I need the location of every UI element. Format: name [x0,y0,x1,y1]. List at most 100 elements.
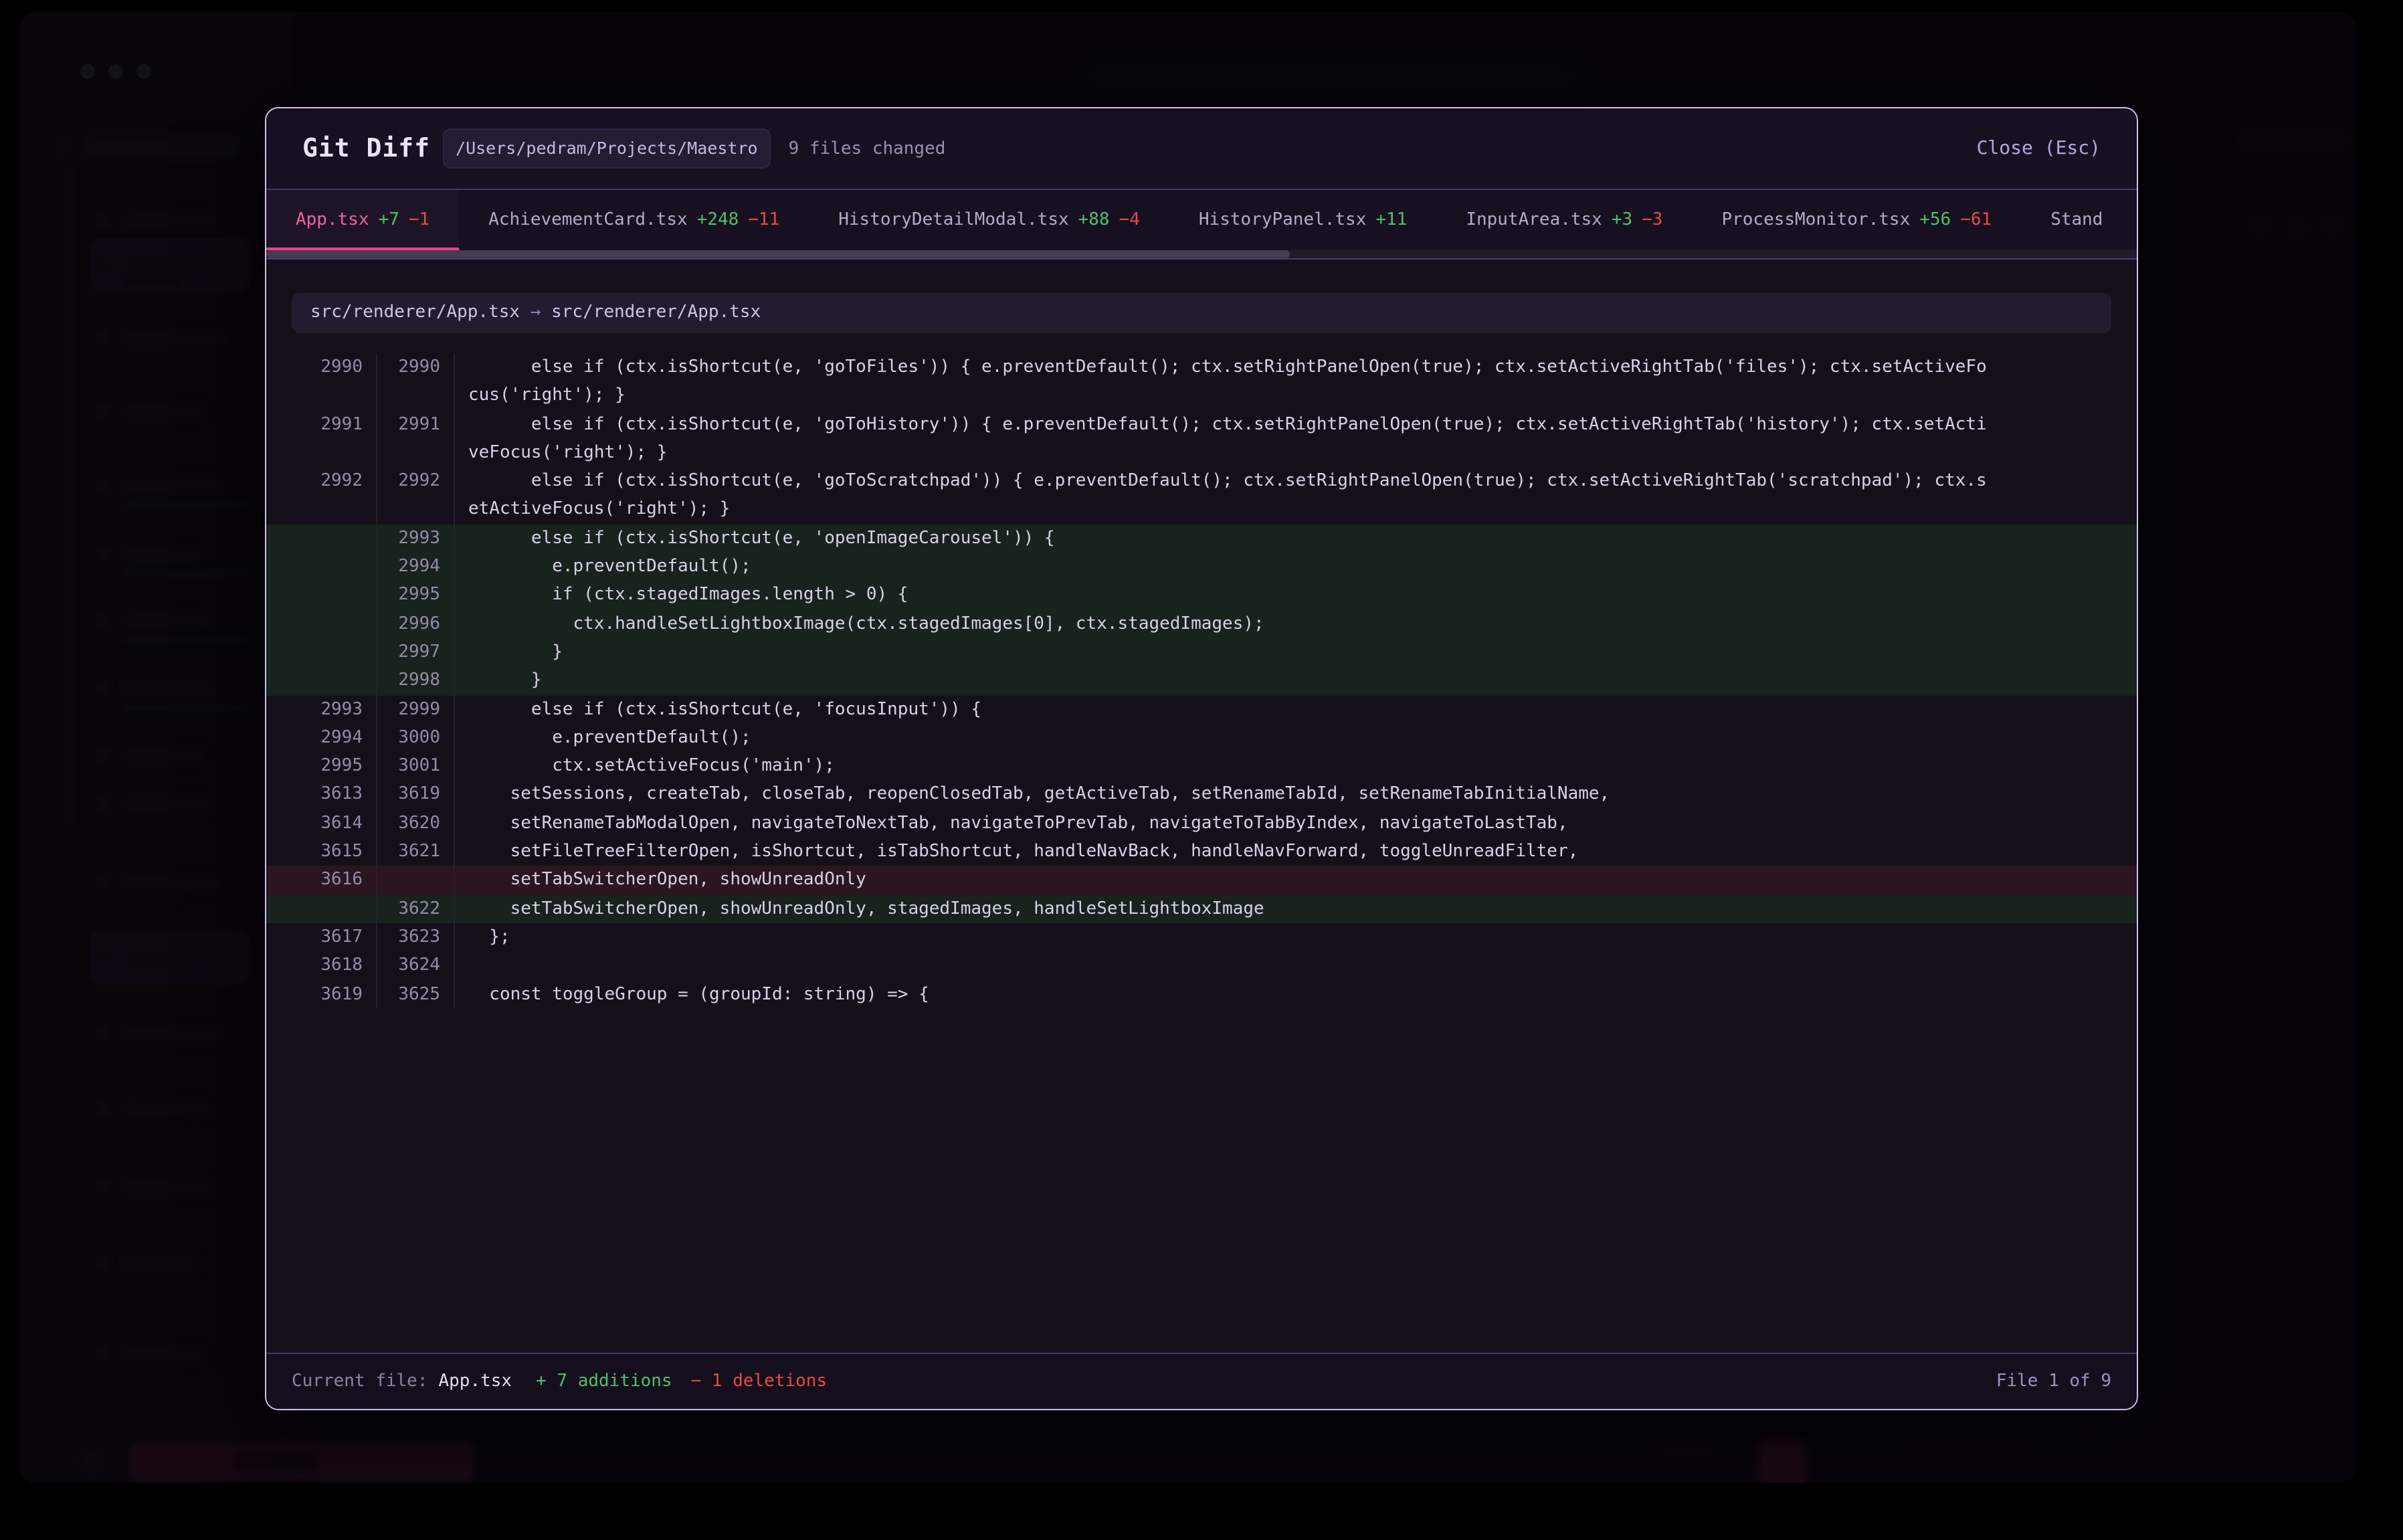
file-tab-historypanel-tsx[interactable]: HistoryPanel.tsx+11 [1169,190,1436,250]
file-from: src/renderer/App.tsx [310,302,520,322]
diff-row: 29902990 else if (ctx.isShortcut(e, 'goT… [266,353,2137,382]
tab-deletions: −4 [1119,210,1140,230]
tab-filename: HistoryDetailModal.tsx [838,210,1068,230]
new-line-number: 3623 [377,923,455,952]
diff-row: 2998 } [266,667,2137,696]
diff-row: 3616 setTabSwitcherOpen, showUnreadOnly [266,866,2137,895]
file-tab-stand[interactable]: Stand [2021,190,2132,250]
code-text: } [455,638,2137,667]
code-text: setRenameTabModalOpen, navigateToNextTab… [455,809,2137,838]
new-line-number: 2993 [377,524,455,553]
diff-row: 2995 if (ctx.stagedImages.length > 0) { [266,581,2137,610]
file-tab-achievementcard-tsx[interactable]: AchievementCard.tsx+248−11 [459,190,809,250]
old-line-number: 3613 [266,781,377,809]
old-line-number: 3615 [266,838,377,866]
diff-row: 2997 } [266,638,2137,667]
code-text: setTabSwitcherOpen, showUnreadOnly [455,866,2137,895]
modal-title: Git Diff [302,134,430,163]
code-text: else if (ctx.isShortcut(e, 'focusInput')… [455,695,2137,724]
new-line-number: 2998 [377,667,455,696]
file-tab-historydetailmodal-tsx[interactable]: HistoryDetailModal.tsx +88 −4 [809,190,1169,250]
new-line-number: 2997 [377,638,455,667]
diff-row: 2993 else if (ctx.isShortcut(e, 'openIma… [266,524,2137,553]
tab-filename: App.tsx [296,210,369,230]
new-line-number: 3001 [377,752,455,781]
diff-row: 29943000 e.preventDefault(); [266,724,2137,753]
old-line-number [266,581,377,610]
diff-row: 36193625 const toggleGroup = (groupId: s… [266,980,2137,1009]
code-text: else if (ctx.isShortcut(e, 'goToHistory'… [455,410,2137,439]
diff-row: 36143620 setRenameTabModalOpen, navigate… [266,809,2137,838]
new-line-number: 3624 [377,951,455,980]
diff-row: etActiveFocus('right'); } [266,496,2137,524]
new-line-number: 2995 [377,581,455,610]
tabs-scrollbar-track[interactable] [266,250,2137,258]
diff-row: 2996 ctx.handleSetLightboxImage(ctx.stag… [266,609,2137,638]
tab-additions: +7 [379,210,399,230]
git-diff-modal: Git Diff /Users/pedram/Projects/Maestro … [265,107,2138,1410]
arrow-icon: → [531,302,541,322]
code-text: ctx.setActiveFocus('main'); [455,752,2137,781]
current-file-name: App.tsx [439,1371,512,1391]
diff-row: 29922992 else if (ctx.isShortcut(e, 'goT… [266,467,2137,496]
diff-table: 29902990 else if (ctx.isShortcut(e, 'goT… [266,353,2137,1009]
tab-filename: HistoryPanel.tsx [1199,210,1366,230]
diff-row: 3622 setTabSwitcherOpen, showUnreadOnly,… [266,894,2137,923]
old-line-number: 3618 [266,951,377,980]
code-text: else if (ctx.isShortcut(e, 'goToScratchp… [455,467,2137,496]
new-line-number: 2992 [377,467,455,496]
old-line-number: 3614 [266,809,377,838]
old-line-number: 2991 [266,410,377,439]
tab-additions: +3 [1612,210,1632,230]
new-line-number: 3619 [377,781,455,809]
tab-deletions: −61 [1960,210,1992,230]
code-text: if (ctx.stagedImages.length > 0) { [455,581,2137,610]
diff-row: 2994 e.preventDefault(); [266,553,2137,581]
file-tab-processmonitor-tsx[interactable]: ProcessMonitor.tsx +56 −61 [1692,190,2021,250]
tab-deletions: −3 [1642,210,1662,230]
modal-header: Git Diff /Users/pedram/Projects/Maestro … [266,108,2137,190]
code-text: setFileTreeFilterOpen, isShortcut, isTab… [455,838,2137,866]
old-line-number: 2993 [266,695,377,724]
old-line-number [266,553,377,581]
diff-row: 29953001 ctx.setActiveFocus('main'); [266,752,2137,781]
file-rename-header: src/renderer/App.tsx → src/renderer/App.… [292,293,2111,333]
new-line-number: 3622 [377,894,455,923]
diff-row: 36133619 setSessions, createTab, closeTa… [266,781,2137,809]
file-tabs: App.tsx+7−1AchievementCard.tsx+248−11His… [266,190,2137,250]
new-line-number: 3000 [377,724,455,753]
new-line-number: 2994 [377,553,455,581]
code-text: const toggleGroup = (groupId: string) =>… [455,980,2137,1009]
tab-deletions: −11 [748,210,779,230]
old-line-number [266,667,377,696]
code-text: else if (ctx.isShortcut(e, 'openImageCar… [455,524,2137,553]
close-button[interactable]: Close (Esc) [1977,138,2101,159]
code-text: else if (ctx.isShortcut(e, 'goToFiles'))… [455,353,2137,382]
file-tab-app-tsx[interactable]: App.tsx+7−1 [266,190,459,250]
current-file-label: Current file: [292,1371,428,1391]
diff-row: cus('right'); } [266,382,2137,411]
old-line-number: 2990 [266,353,377,382]
tab-additions: +88 [1078,210,1110,230]
code-text [455,951,2137,980]
deletions-count: − 1 deletions [691,1371,828,1391]
repo-path-badge: /Users/pedram/Projects/Maestro [442,128,771,169]
code-text: } [455,667,2137,696]
old-line-number: 2992 [266,467,377,496]
tabs-scrollbar-thumb[interactable] [266,250,1290,258]
code-text: etActiveFocus('right'); } [455,496,2137,524]
old-line-number: 3616 [266,866,377,895]
additions-count: + 7 additions [536,1371,672,1391]
tab-additions: +56 [1919,210,1951,230]
new-line-number: 3620 [377,809,455,838]
new-line-number [377,382,455,411]
new-line-number: 3621 [377,838,455,866]
file-tab-inputarea-tsx[interactable]: InputArea.tsx+3−3 [1436,190,1692,250]
tab-filename: AchievementCard.tsx [488,210,687,230]
old-line-number [266,609,377,638]
diff-row: 29932999 else if (ctx.isShortcut(e, 'foc… [266,695,2137,724]
file-tabs-bar: App.tsx+7−1AchievementCard.tsx+248−11His… [266,190,2137,260]
diff-row: 29912991 else if (ctx.isShortcut(e, 'goT… [266,410,2137,439]
tab-filename: ProcessMonitor.tsx [1721,210,1910,230]
new-line-number: 2990 [377,353,455,382]
